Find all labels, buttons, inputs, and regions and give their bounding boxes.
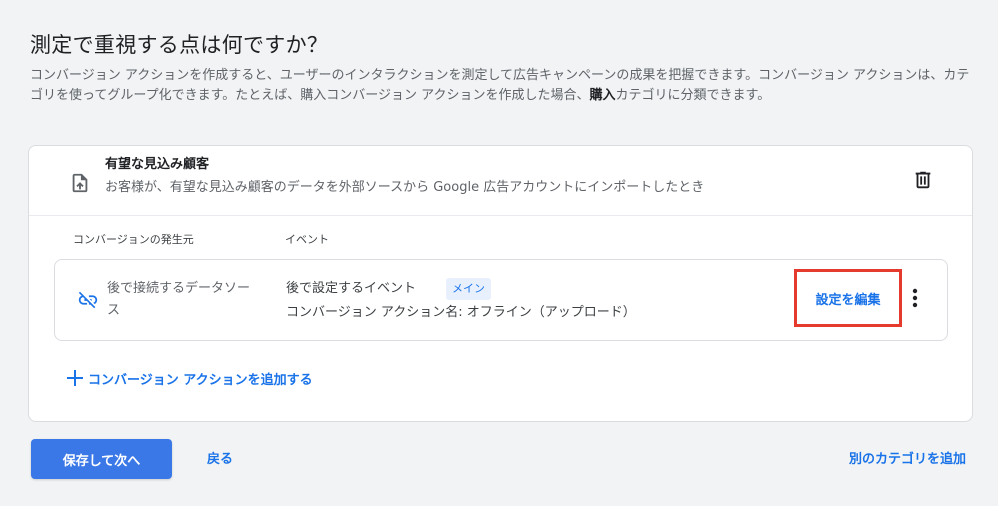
save-and-next-button[interactable]: 保存して次へ	[31, 439, 172, 479]
description-bold-text: 購入	[589, 88, 616, 103]
plus-icon	[65, 368, 85, 388]
column-header-source: コンバージョンの発生元	[73, 233, 194, 246]
source-label: 後で接続するデータソース	[107, 281, 251, 318]
add-conversion-action-button[interactable]: コンバージョン アクションを追加する	[65, 366, 313, 390]
category-title: 有望な見込み顧客	[105, 157, 210, 172]
main-badge: メイン	[446, 278, 491, 300]
trash-icon	[912, 169, 934, 195]
edit-settings-button[interactable]: 設定を編集	[794, 269, 902, 327]
category-card: 有望な見込み顧客 お客様が、有望な見込み顧客のデータを外部ソースから Googl…	[28, 145, 973, 422]
description-text-1: コンバージョン アクションを作成すると、ユーザーのインタラクションを測定して広告…	[30, 68, 970, 103]
more-options-button[interactable]	[903, 286, 927, 314]
back-button[interactable]: 戻る	[207, 451, 233, 469]
column-header-event: イベント	[285, 233, 329, 246]
add-conversion-action-label: コンバージョン アクションを追加する	[88, 372, 313, 388]
description-text-2: カテゴリに分類できます。	[615, 88, 771, 103]
conversion-action-name: コンバージョン アクション名: オフライン（アップロード）	[286, 305, 636, 320]
upload-file-icon	[69, 172, 91, 194]
conversion-action-row: 後で接続するデータソース 後で設定するイベント メイン コンバージョン アクショ…	[54, 259, 948, 341]
category-description: お客様が、有望な見込み顧客のデータを外部ソースから Google 広告アカウント…	[105, 180, 705, 195]
link-off-icon	[77, 289, 99, 311]
page-description: コンバージョン アクションを作成すると、ユーザーのインタラクションを測定して広告…	[30, 66, 970, 106]
add-category-button[interactable]: 別のカテゴリを追加	[849, 451, 966, 469]
category-header: 有望な見込み顧客 お客様が、有望な見込み顧客のデータを外部ソースから Googl…	[29, 146, 972, 216]
event-name: 後で設定するイベント	[286, 281, 417, 296]
page-title: 測定で重視する点は何ですか？	[30, 33, 329, 57]
more-vert-icon	[912, 288, 918, 312]
delete-category-button[interactable]	[909, 168, 937, 196]
